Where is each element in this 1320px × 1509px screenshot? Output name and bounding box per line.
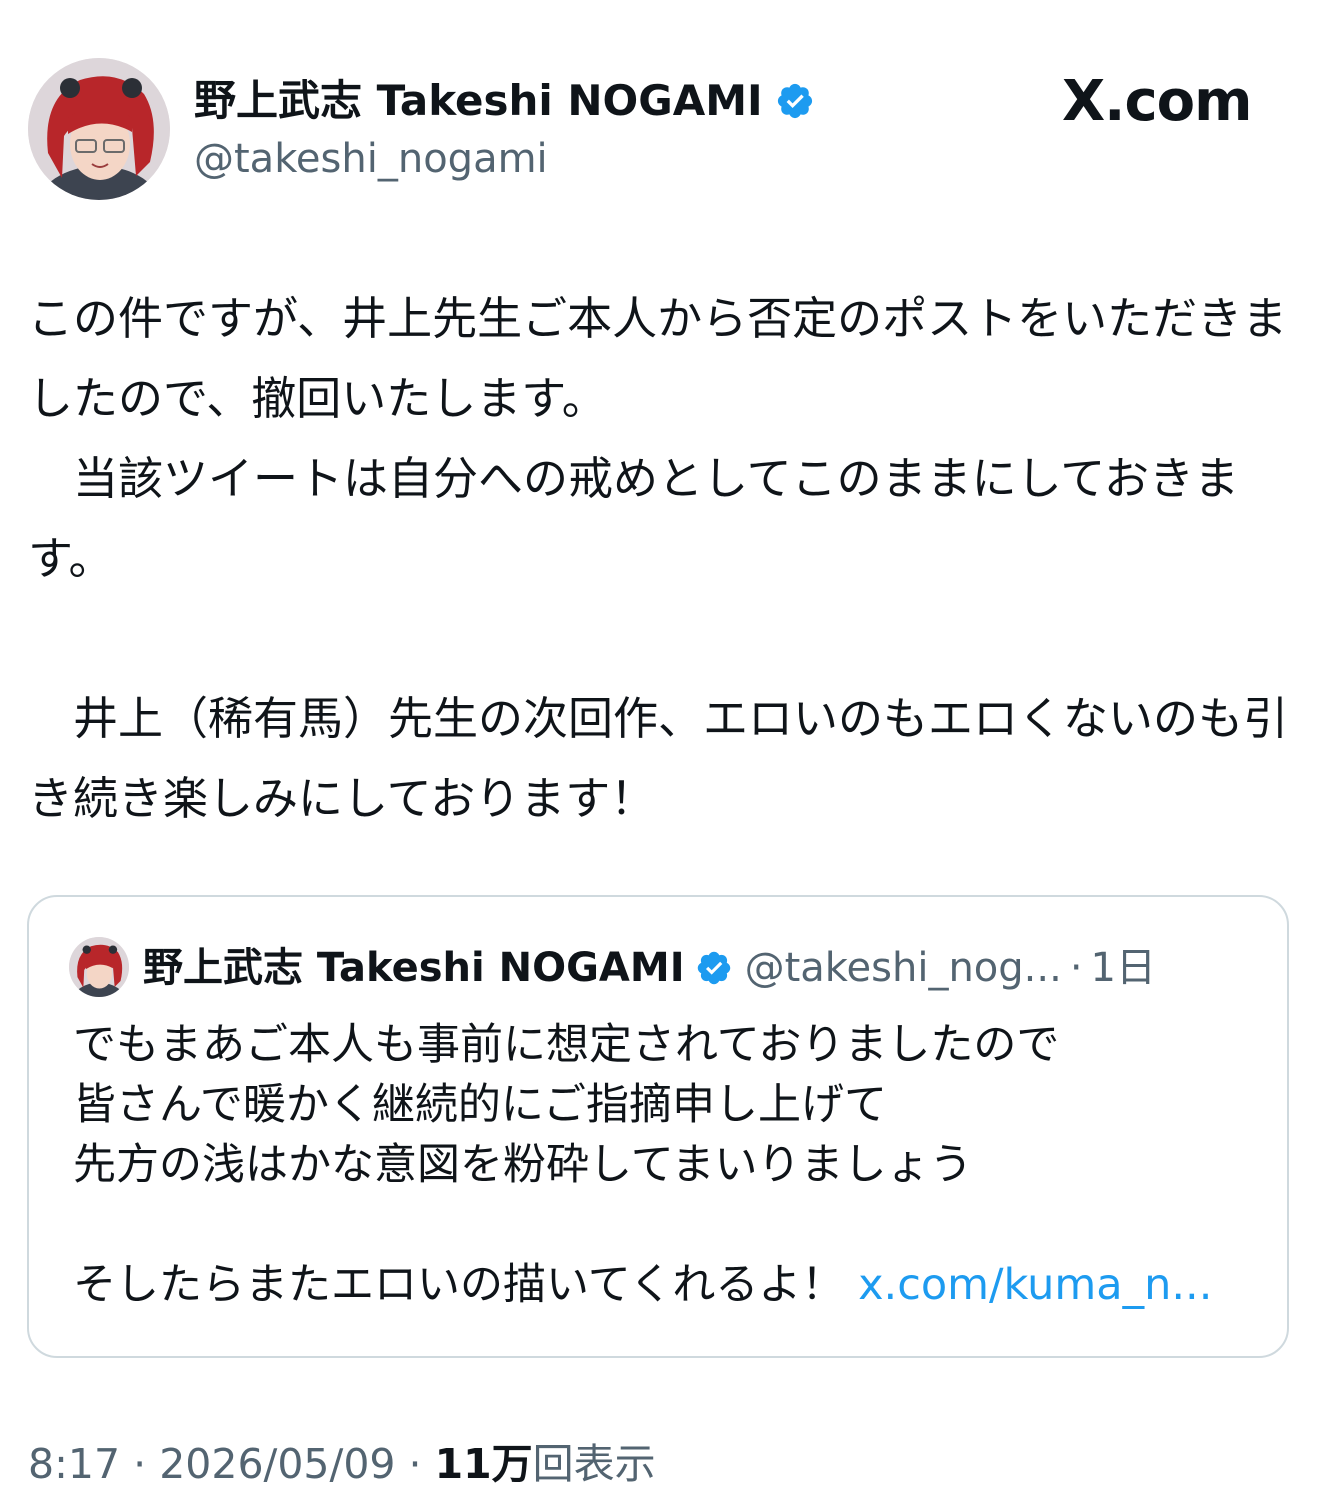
meta-separator: · xyxy=(395,1440,435,1488)
post-date[interactable]: 2026/05/09 xyxy=(159,1440,395,1488)
quoted-avatar xyxy=(69,937,129,997)
quoted-line: 皆さんで暖かく継続的にご指摘申し上げて xyxy=(73,1080,887,1130)
brand-label: X.com xyxy=(1062,69,1252,134)
quoted-link[interactable]: x.com/kuma_n... xyxy=(858,1260,1212,1310)
author-avatar[interactable] xyxy=(28,58,170,200)
quoted-gap xyxy=(73,1195,1263,1255)
author-name-row[interactable]: 野上武志 Takeshi NOGAMI xyxy=(194,76,815,126)
post-meta: 8:17 · 2026/05/09 · 11万回表示 xyxy=(28,1438,656,1490)
quoted-line: でもまあご本人も事前に想定されておりましたので xyxy=(73,1020,1060,1070)
quoted-last-line-row: そしたらまたエロいの描いてくれるよ！ x.com/kuma_n... xyxy=(73,1255,1263,1315)
post-time[interactable]: 8:17 xyxy=(28,1440,120,1488)
view-count-label: 回表示 xyxy=(532,1440,656,1488)
quoted-last-line: そしたらまたエロいの描いてくれるよ！ xyxy=(73,1260,845,1310)
quoted-avatar-image xyxy=(69,937,129,997)
quoted-header: 野上武志 Takeshi NOGAMI @takeshi_nog... · 1日 xyxy=(143,941,1156,995)
quoted-post-card[interactable]: 野上武志 Takeshi NOGAMI @takeshi_nog... · 1日… xyxy=(27,895,1289,1358)
post-paragraph: この件ですが、井上先生ご本人から否定のポストをいただきましたので、撤回いたします… xyxy=(28,292,1288,425)
avatar-image xyxy=(28,58,170,200)
quoted-separator: · xyxy=(1069,945,1083,991)
post-paragraph: 当該ツイートは自分への戒めとしてこのままにしておきます。 xyxy=(28,452,1239,585)
x-logo: X.com xyxy=(1062,69,1252,134)
quoted-author-handle: @takeshi_nog... xyxy=(744,945,1062,991)
verified-badge-icon xyxy=(775,81,815,121)
quoted-timestamp: 1日 xyxy=(1090,945,1156,991)
quoted-line: 先方の浅はかな意図を粉砕してまいりましょう xyxy=(73,1140,973,1190)
verified-badge-icon xyxy=(695,949,733,987)
meta-separator: · xyxy=(120,1440,160,1488)
view-count: 11万 xyxy=(434,1440,533,1488)
post-text: この件ですが、井上先生ご本人から否定のポストをいただきましたので、撤回いたします… xyxy=(28,279,1296,839)
quoted-author-name: 野上武志 Takeshi NOGAMI xyxy=(143,945,685,991)
author-name[interactable]: 野上武志 Takeshi NOGAMI xyxy=(194,76,763,126)
post-paragraph: 井上（稀有馬）先生の次回作、エロいのもエロくないのも引き続き楽しみにしております… xyxy=(28,692,1289,825)
quoted-text: でもまあご本人も事前に想定されておりましたので 皆さんで暖かく継続的にご指摘申し… xyxy=(73,1015,1263,1315)
author-handle[interactable]: @takeshi_nogami xyxy=(194,136,548,182)
